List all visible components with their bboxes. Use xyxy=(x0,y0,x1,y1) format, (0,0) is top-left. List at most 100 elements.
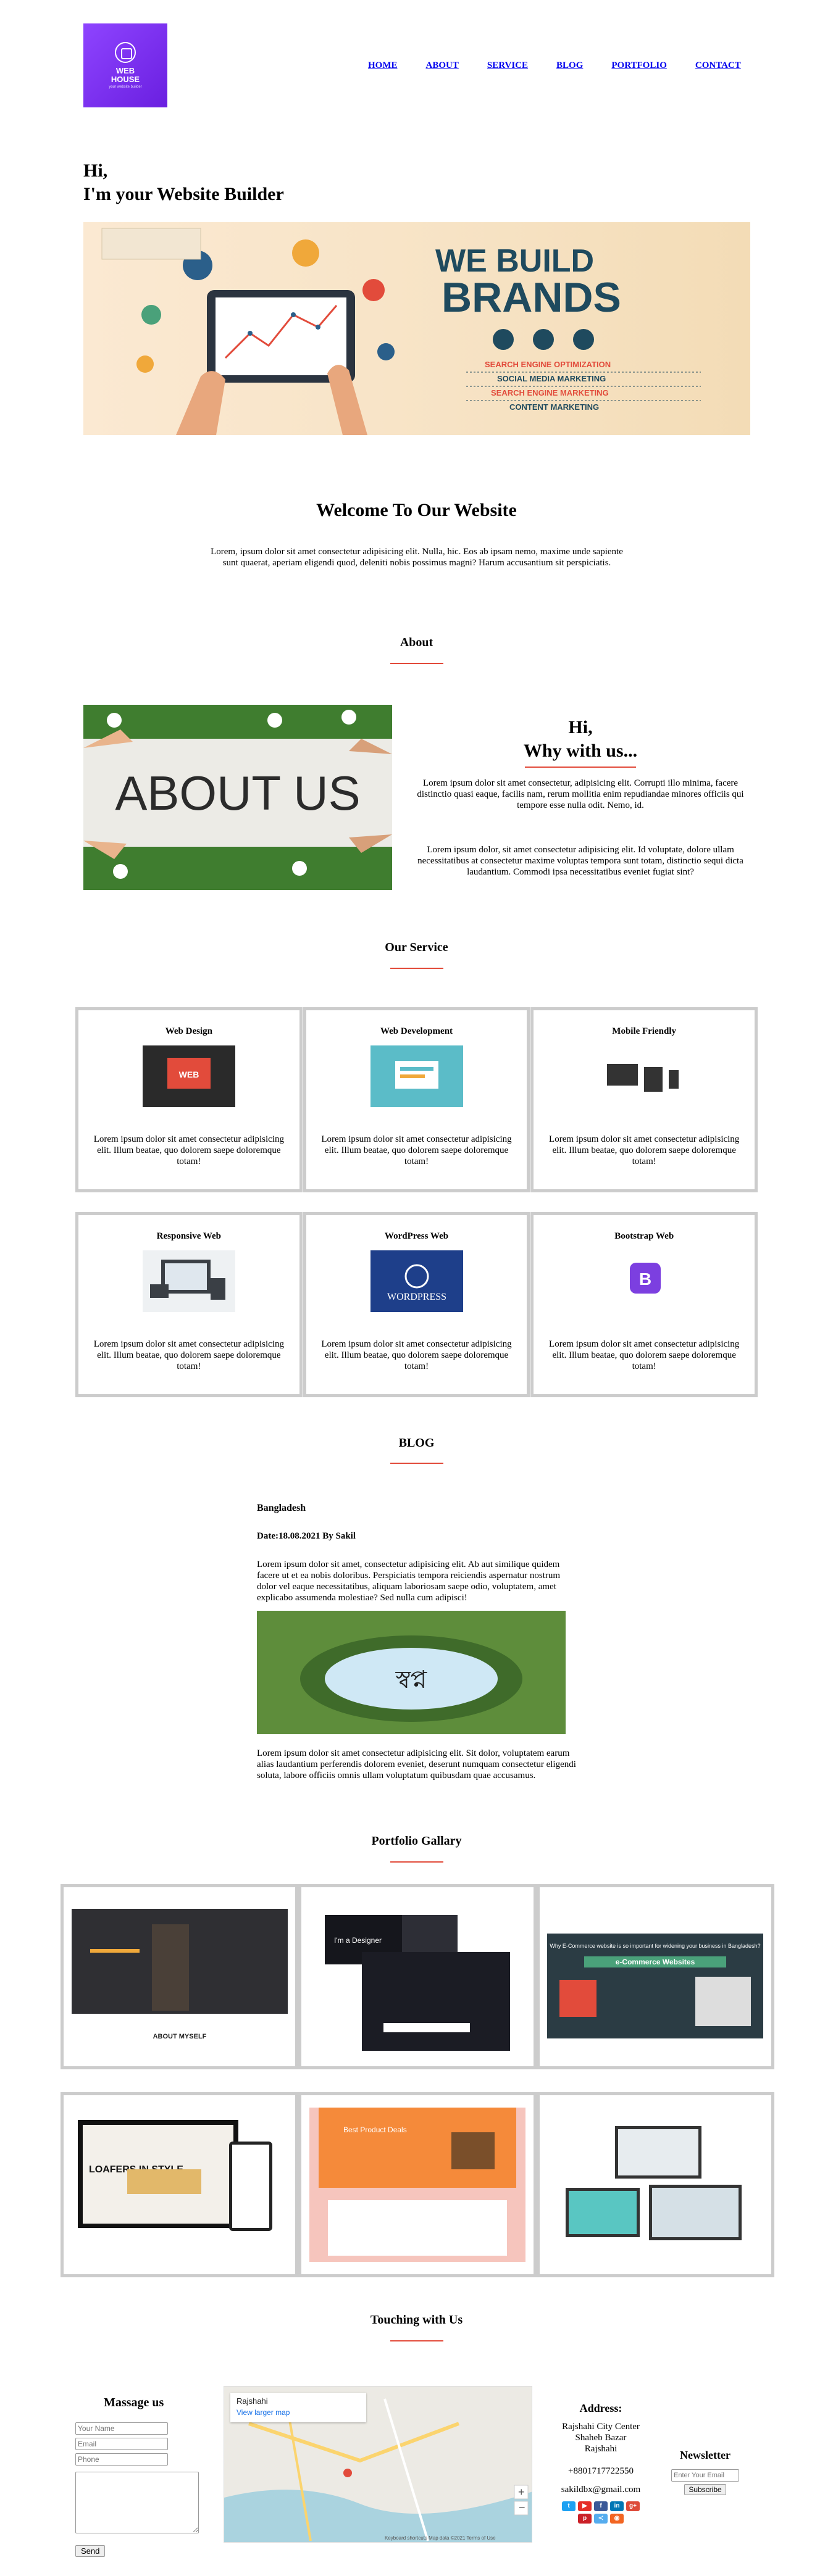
email-input[interactable] xyxy=(75,2438,168,2450)
blog-image: স্বপ্ন xyxy=(257,1611,566,1734)
site-logo[interactable]: WEB HOUSE your website builder xyxy=(83,23,167,107)
about-paragraph1: Lorem ipsum dolor sit amet consectetur, … xyxy=(417,778,744,810)
hero-line1: Hi, xyxy=(83,160,108,181)
service-card[interactable]: Responsive Web Lorem ipsum dolor sit ame… xyxy=(75,1212,303,1397)
logo-mark-icon xyxy=(115,42,136,63)
about-paragraph2: Lorem ipsum dolor, sit amet consectetur … xyxy=(417,845,743,877)
service-title: WordPress Web xyxy=(384,1231,449,1241)
logo-text-line2: HOUSE xyxy=(111,75,140,84)
service-card[interactable]: Mobile Friendly Lorem ipsum dolor sit am… xyxy=(530,1007,758,1192)
social-icons: t ▶ f in g+ p ≺ ◉ xyxy=(561,2501,641,2524)
nav-blog[interactable]: BLOG xyxy=(556,60,583,71)
portfolio-image-3: Why E-Commerce website is so important f… xyxy=(547,1900,764,2054)
hero-line2: I'm your Website Builder xyxy=(83,184,284,204)
map-larger-link[interactable]: View larger map xyxy=(237,2408,360,2417)
main-nav: HOME ABOUT SERVICE BLOG PORTFOLIO CONTAC… xyxy=(368,60,741,71)
send-button[interactable]: Send xyxy=(75,2545,106,2557)
blog-title: BLOG xyxy=(398,1436,435,1450)
portfolio-item[interactable] xyxy=(536,2092,774,2277)
web-development-image xyxy=(370,1045,463,1107)
portfolio-image-6 xyxy=(547,2108,764,2262)
linkedin-icon[interactable]: in xyxy=(610,2501,624,2511)
service-text: Lorem ipsum dolor sit amet consectetur a… xyxy=(93,1339,284,1371)
welcome-title: Welcome To Our Website xyxy=(316,500,517,520)
message-textarea[interactable] xyxy=(75,2472,199,2533)
about-heading1: Hi, xyxy=(568,717,593,737)
address-line1: Rajshahi City Center xyxy=(562,2422,640,2432)
address-line3: Rajshahi xyxy=(584,2444,617,2454)
google-map[interactable]: + − Keyboard shortcuts Map data ©2021 Te… xyxy=(224,2386,532,2543)
service-title: Web Design xyxy=(165,1026,212,1036)
newsletter-block: Newsletter Subscribe xyxy=(668,2449,742,2495)
service-title: Mobile Friendly xyxy=(612,1026,677,1036)
banner-item-1: SEARCH ENGINE OPTIMIZATION xyxy=(485,360,611,369)
portfolio-item[interactable]: LOAFERS IN STYLE xyxy=(61,2092,299,2277)
address-line2: Shaheb Bazar xyxy=(575,2433,627,2443)
about-title: About xyxy=(400,636,433,649)
portfolio-underline xyxy=(390,1861,443,1863)
portfolio-image-2: I'm a Designer xyxy=(309,1900,525,2054)
service-text: Lorem ipsum dolor sit amet consectetur a… xyxy=(321,1134,512,1166)
svg-text:−: − xyxy=(519,2501,525,2514)
newsletter-email-input[interactable] xyxy=(671,2469,739,2482)
portfolio-item[interactable]: ABOUT MYSELF xyxy=(61,1884,299,2069)
services-row-1: Web Design WEB Lorem ipsum dolor sit ame… xyxy=(75,1007,758,1192)
about-heading2: Why with us... xyxy=(523,741,638,761)
form-title: Massage us xyxy=(104,2396,164,2409)
subscribe-button[interactable]: Subscribe xyxy=(684,2484,726,2495)
web-design-image: WEB xyxy=(142,1045,235,1107)
name-input[interactable] xyxy=(75,2422,168,2435)
blog-post-title[interactable]: Bangladesh xyxy=(257,1503,578,1514)
share-icon[interactable]: ≺ xyxy=(594,2514,608,2524)
service-card[interactable]: Web Development Lorem ipsum dolor sit am… xyxy=(303,1007,530,1192)
blog-underline xyxy=(390,1463,443,1464)
map-footer: Keyboard shortcuts Map data ©2021 Terms … xyxy=(385,2535,496,2541)
about-image-text: ABOUT US xyxy=(115,766,360,820)
about-image: ABOUT US xyxy=(83,705,392,890)
service-text: Lorem ipsum dolor sit amet consectetur a… xyxy=(93,1134,284,1166)
facebook-icon[interactable]: f xyxy=(594,2501,608,2511)
nav-portfolio[interactable]: PORTFOLIO xyxy=(611,60,666,71)
nav-home[interactable]: HOME xyxy=(368,60,398,71)
nav-service[interactable]: SERVICE xyxy=(487,60,528,71)
portfolio-1-text: ABOUT MYSELF xyxy=(153,2033,206,2040)
contact-form: Send xyxy=(75,2422,205,2557)
portfolio-3-badge: e-Commerce Websites xyxy=(616,1958,695,1966)
service-card[interactable]: Web Design WEB Lorem ipsum dolor sit ame… xyxy=(75,1007,303,1192)
services-row-2: Responsive Web Lorem ipsum dolor sit ame… xyxy=(75,1212,758,1397)
portfolio-3-text: Why E-Commerce website is so important f… xyxy=(550,1943,761,1949)
blog-paragraph1: Lorem ipsum dolor sit amet, consectetur … xyxy=(257,1560,561,1603)
nav-contact[interactable]: CONTACT xyxy=(695,60,741,71)
logo-tagline: your website builder xyxy=(109,85,142,89)
portfolio-item[interactable]: Best Product Deals xyxy=(298,2092,537,2277)
address-title: Address: xyxy=(579,2402,622,2414)
banner-illustration: WE BUILD BRANDS SEARCH ENGINE OPTIMIZATI… xyxy=(101,228,701,435)
portfolio-item[interactable]: I'm a Designer xyxy=(298,1884,537,2069)
map-place-name: Rajshahi xyxy=(237,2396,268,2406)
responsive-web-image xyxy=(142,1250,235,1312)
service-card[interactable]: Bootstrap Web B Lorem ipsum dolor sit am… xyxy=(530,1212,758,1397)
banner-headline2: BRANDS xyxy=(442,274,621,321)
svg-text:+: + xyxy=(518,2486,525,2498)
blog-post-date: Date:18.08.2021 By Sakil xyxy=(257,1531,356,1541)
pinterest-icon[interactable]: p xyxy=(578,2514,592,2524)
portfolio-item[interactable]: Why E-Commerce website is so important f… xyxy=(536,1884,774,2069)
rss-icon[interactable]: ◉ xyxy=(610,2514,624,2524)
twitter-icon[interactable]: t xyxy=(562,2501,576,2511)
svg-text:B: B xyxy=(639,1269,651,1289)
googleplus-icon[interactable]: g+ xyxy=(626,2501,640,2511)
nav-about[interactable]: ABOUT xyxy=(426,60,459,71)
service-card[interactable]: WordPress Web WORDPRESS Lorem ipsum dolo… xyxy=(303,1212,530,1397)
service-title: Responsive Web xyxy=(156,1231,221,1241)
phone-input[interactable] xyxy=(75,2453,168,2466)
svg-text:WORDPRESS: WORDPRESS xyxy=(387,1292,446,1302)
service-title: Web Development xyxy=(380,1026,453,1036)
wordpress-image: WORDPRESS xyxy=(370,1250,463,1312)
hero-heading: Hi, I'm your Website Builder xyxy=(83,159,284,206)
portfolio-row-1: ABOUT MYSELF I'm a Designer Why E-Commer… xyxy=(61,1884,774,2069)
about-content: Hi, Why with us... Lorem ipsum dolor sit… xyxy=(408,716,753,878)
banner-item-4: CONTENT MARKETING xyxy=(509,402,599,412)
youtube-icon[interactable]: ▶ xyxy=(578,2501,592,2511)
contact-title: Touching with Us xyxy=(370,2313,463,2327)
newsletter-title: Newsletter xyxy=(680,2449,730,2461)
